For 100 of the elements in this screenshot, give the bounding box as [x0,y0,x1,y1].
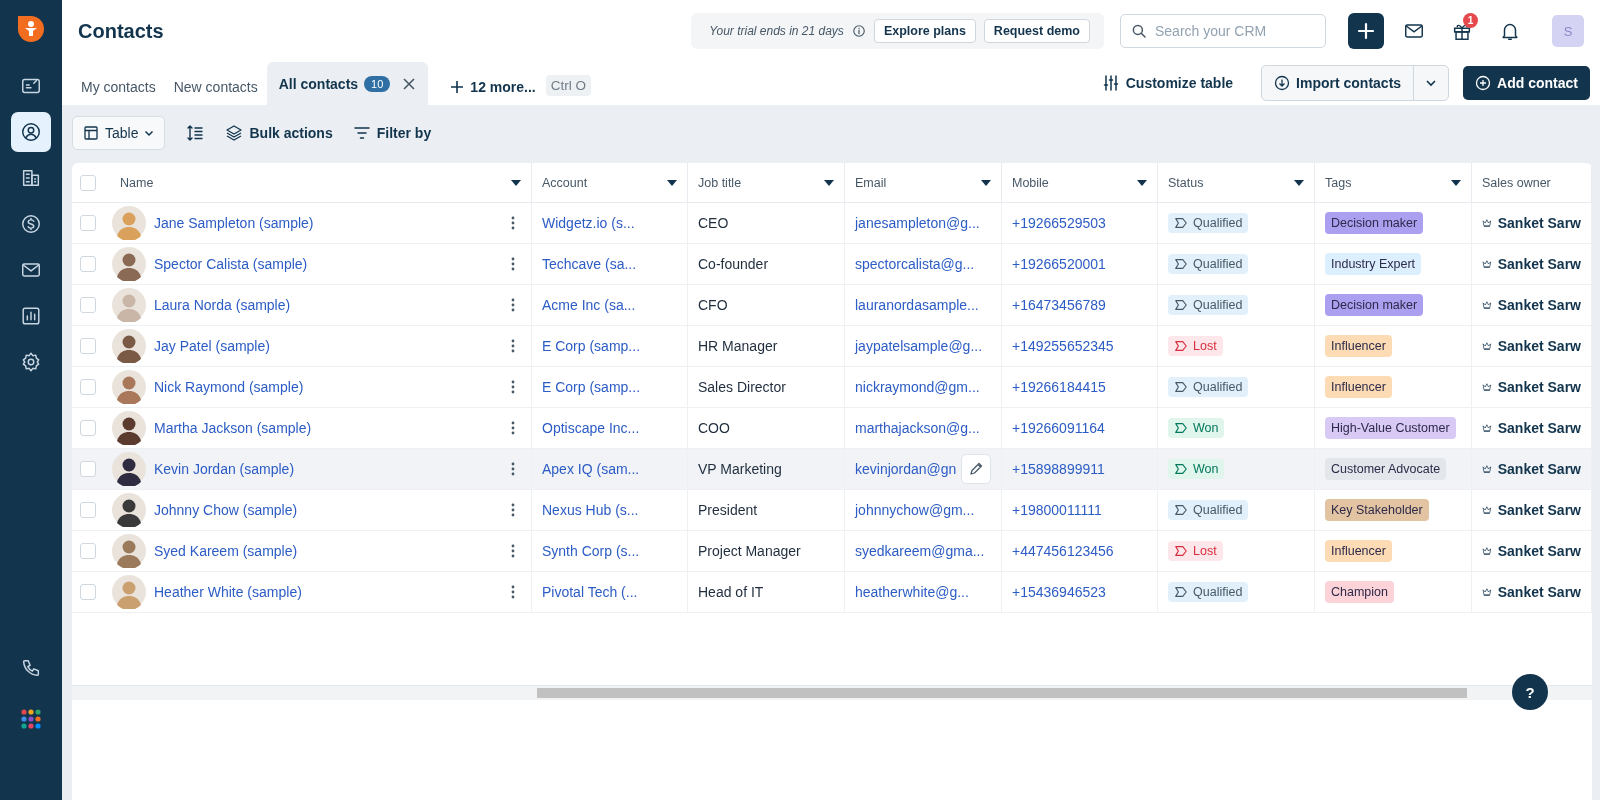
row-checkbox[interactable] [80,543,96,559]
sort-button[interactable] [185,123,206,143]
column-header[interactable]: Status [1158,163,1315,203]
page-title: Contacts [78,19,165,43]
contact-name-link[interactable]: Heather White (sample) [154,584,302,600]
email-link[interactable]: johnnychow@gm... [855,502,975,518]
email-link[interactable]: marthajackson@g... [855,420,980,436]
bulk-actions-button[interactable]: Bulk actions [225,124,333,142]
row-checkbox[interactable] [80,461,96,477]
row-checkbox[interactable] [80,338,96,354]
contacts-icon [20,121,42,143]
add-button[interactable] [1348,13,1384,49]
status-badge: Qualified [1168,213,1249,233]
row-checkbox[interactable] [80,256,96,272]
row-checkbox[interactable] [80,379,96,395]
sort-caret-icon[interactable] [511,179,521,186]
row-checkbox[interactable] [80,215,96,231]
search-field[interactable]: Search your CRM [1120,14,1326,48]
phone-link[interactable]: +16473456789 [1012,297,1106,313]
status-badge: Qualified [1168,500,1249,520]
column-header[interactable]: Account [532,163,688,203]
job-title: Sales Director [698,379,786,395]
email-link[interactable]: spectorcalista@g... [855,256,975,272]
tag-label: Champion [1325,581,1394,603]
sort-caret-icon[interactable] [981,179,991,186]
contact-name-link[interactable]: Syed Kareem (sample) [154,543,298,559]
account-link[interactable]: Widgetz.io (s... [542,215,635,231]
view-dropdown[interactable]: Table [72,116,166,150]
sort-caret-icon[interactable] [824,179,834,186]
contact-name-link[interactable]: Jane Sampleton (sample) [154,215,314,231]
sales-owner: Sanket Sarw [1497,584,1581,600]
status-badge: Won [1168,418,1225,438]
more-tabs-button[interactable]: 12 more... [440,68,546,105]
sales-owner: Sanket Sarw [1497,215,1581,231]
phone-link[interactable]: +19800011111 [1012,502,1102,518]
account-link[interactable]: E Corp (samp... [542,338,641,354]
column-header[interactable]: Email [845,163,1002,203]
job-title: COO [698,420,730,436]
help-button[interactable]: ? [1512,674,1548,710]
phone-link[interactable]: +19266520001 [1012,256,1106,272]
email-link[interactable]: syedkareem@gma... [855,543,985,559]
view-tab[interactable]: My contacts [72,68,165,105]
row-checkbox[interactable] [80,420,96,436]
avatar [112,534,146,568]
edit-button[interactable] [961,454,991,484]
sort-caret-icon[interactable] [1451,179,1461,186]
phone-link[interactable]: +19266091164 [1012,420,1105,436]
account-link[interactable]: Nexus Hub (s... [542,502,639,518]
trial-button[interactable]: Explore plans [873,19,976,43]
email-link[interactable]: jaypatelsample@g... [855,338,983,354]
account-link[interactable]: Acme Inc (sa... [542,297,636,313]
account-link[interactable]: Optiscape Inc... [542,420,640,436]
contacts-nav-item[interactable] [11,112,51,152]
trial-button[interactable]: Request demo [983,19,1090,43]
email-link[interactable]: heatherwhite@g... [855,584,969,600]
contact-name-link[interactable]: Jay Patel (sample) [154,338,270,354]
row-checkbox[interactable] [80,502,96,518]
customize-table-button[interactable]: Customize table [1095,73,1240,93]
contact-name-link[interactable]: Spector Calista (sample) [154,256,308,272]
account-link[interactable]: Synth Corp (s... [542,543,640,559]
import-contacts-button[interactable]: Import contacts [1262,66,1415,100]
account-link[interactable]: E Corp (samp... [542,379,641,395]
layers-icon [225,124,244,142]
contact-name-link[interactable]: Laura Norda (sample) [154,297,291,313]
email-link[interactable]: lauranordasample... [855,297,979,313]
phone-link[interactable]: +447456123456 [1012,543,1114,559]
column-header[interactable]: Sales owner [1472,163,1592,203]
email-link[interactable]: nickraymond@gm... [855,379,980,395]
pencil-icon [968,461,984,477]
filter-button[interactable]: Filter by [352,124,432,142]
account-link[interactable]: Techcave (sa... [542,256,637,272]
contact-name-link[interactable]: Nick Raymond (sample) [154,379,304,395]
view-tab[interactable]: All contacts 10 [266,62,429,105]
email-link[interactable]: janesampleton@g... [855,215,980,231]
column-header[interactable]: Mobile [1002,163,1158,203]
avatar [112,411,146,445]
phone-link[interactable]: +19266529503 [1012,215,1106,231]
close-icon[interactable] [402,76,417,91]
column-header[interactable]: Name [110,163,532,203]
sort-caret-icon[interactable] [1137,179,1147,186]
account-link[interactable]: Pivotal Tech (... [542,584,638,600]
gift-button[interactable]: 1 [1444,13,1480,49]
row-checkbox[interactable] [80,584,96,600]
add-contact-button[interactable]: Add contact [1463,66,1590,100]
sort-caret-icon[interactable] [667,179,677,186]
column-header[interactable]: Job title [688,163,845,203]
select-all-checkbox[interactable] [80,174,96,191]
apps-grid-icon[interactable] [20,708,42,730]
phone-link[interactable]: +15436946523 [1012,584,1106,600]
horizontal-scrollbar[interactable] [72,685,1592,700]
contact-name-link[interactable]: Martha Jackson (sample) [154,420,312,436]
row-checkbox[interactable] [80,297,96,313]
sort-caret-icon[interactable] [1294,179,1304,186]
phone-link[interactable]: +149255652345 [1012,338,1114,354]
phone-link[interactable]: +19266184415 [1012,379,1106,395]
contact-name-link[interactable]: Johnny Chow (sample) [154,502,298,518]
avatar [112,206,146,240]
view-tab[interactable]: New contacts [164,68,267,105]
contact-name-link[interactable]: Kevin Jordan (sample) [154,461,295,477]
column-header[interactable]: Tags [1315,163,1472,203]
